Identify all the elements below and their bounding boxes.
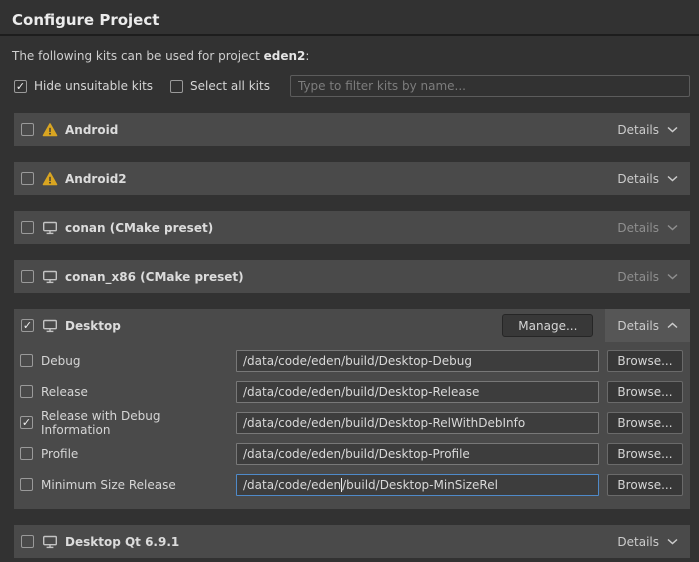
details-label: Details (617, 319, 659, 333)
build-config-checkbox[interactable] (20, 447, 33, 460)
details-button[interactable]: Details (617, 525, 678, 558)
kit-checkbox[interactable] (21, 535, 34, 548)
browse-button[interactable]: Browse... (607, 474, 683, 496)
build-config-label: Release with Debug Information (41, 409, 228, 437)
kit-row-conan: conan (CMake preset) Details (14, 211, 690, 244)
build-config-panel: Debug /data/code/eden/build/Desktop-Debu… (14, 342, 690, 509)
chevron-down-icon (667, 224, 678, 231)
text-cursor (341, 478, 342, 492)
hide-unsuitable-kits-checkbox[interactable] (14, 80, 27, 93)
chevron-down-icon (667, 175, 678, 182)
chevron-down-icon (667, 538, 678, 545)
build-dir-input[interactable]: /data/code/eden/build/Desktop-Release (236, 381, 599, 403)
filter-controls: Hide unsuitable kits Select all kits (14, 75, 690, 97)
kit-name: Android2 (65, 172, 127, 186)
desktop-icon (42, 220, 58, 236)
desktop-icon (42, 318, 58, 334)
kit-name: conan (CMake preset) (65, 221, 213, 235)
select-all-kits-label: Select all kits (190, 79, 270, 93)
kit-name: Android (65, 123, 118, 137)
select-all-kits-checkbox[interactable] (170, 80, 183, 93)
chevron-up-icon (667, 322, 678, 329)
kit-checkbox[interactable] (21, 123, 34, 136)
desktop-icon (42, 534, 58, 550)
hide-unsuitable-kits-checkbox-group[interactable]: Hide unsuitable kits (14, 79, 153, 93)
kit-checkbox[interactable] (21, 172, 34, 185)
select-all-kits-checkbox-group[interactable]: Select all kits (170, 79, 270, 93)
kits-info-text: The following kits can be used for proje… (12, 49, 687, 63)
kit-filter-input[interactable] (290, 75, 690, 97)
details-button: Details (617, 260, 678, 293)
details-label: Details (617, 270, 659, 284)
project-name: eden2 (264, 49, 306, 63)
details-label: Details (617, 123, 659, 137)
build-config-label: Debug (41, 354, 228, 368)
kit-checkbox[interactable] (21, 270, 34, 283)
kit-row-android: Android Details (14, 113, 690, 146)
build-config-row: Release /data/code/eden/build/Desktop-Re… (14, 376, 690, 407)
kit-name: Desktop Qt 6.9.1 (65, 535, 179, 549)
kit-checkbox[interactable] (21, 221, 34, 234)
browse-button[interactable]: Browse... (607, 412, 683, 434)
build-config-checkbox[interactable] (20, 354, 33, 367)
page-title: Configure Project (0, 0, 699, 34)
warning-icon (42, 122, 58, 138)
desktop-icon (42, 269, 58, 285)
kit-row-conan-x86: conan_x86 (CMake preset) Details (14, 260, 690, 293)
details-button: Details (617, 211, 678, 244)
chevron-down-icon (667, 273, 678, 280)
details-label: Details (617, 221, 659, 235)
build-config-row: Release with Debug Information /data/cod… (14, 407, 690, 438)
build-config-checkbox[interactable] (20, 478, 33, 491)
warning-icon (42, 171, 58, 187)
details-label: Details (617, 172, 659, 186)
build-config-label: Profile (41, 447, 228, 461)
kit-name: conan_x86 (CMake preset) (65, 270, 244, 284)
build-config-row: Minimum Size Release /data/code/eden/bui… (14, 469, 690, 500)
build-config-label: Release (41, 385, 228, 399)
details-button[interactable]: Details (617, 162, 678, 195)
build-config-row: Debug /data/code/eden/build/Desktop-Debu… (14, 345, 690, 376)
build-dir-input[interactable]: /data/code/eden/build/Desktop-Debug (236, 350, 599, 372)
kit-row-desktop: Desktop Manage... Details Debug /data/co… (14, 309, 690, 509)
details-label: Details (617, 535, 659, 549)
build-dir-input[interactable]: /data/code/eden/build/Desktop-MinSizeRel (236, 474, 599, 496)
kit-row-android2: Android2 Details (14, 162, 690, 195)
build-config-label: Minimum Size Release (41, 478, 228, 492)
browse-button[interactable]: Browse... (607, 443, 683, 465)
browse-button[interactable]: Browse... (607, 350, 683, 372)
build-dir-input[interactable]: /data/code/eden/build/Desktop-Profile (236, 443, 599, 465)
kit-checkbox[interactable] (21, 319, 34, 332)
title-divider (0, 34, 699, 36)
build-dir-input[interactable]: /data/code/eden/build/Desktop-RelWithDeb… (236, 412, 599, 434)
browse-button[interactable]: Browse... (607, 381, 683, 403)
kit-row-desktop-qt: Desktop Qt 6.9.1 Details (14, 525, 690, 558)
manage-button[interactable]: Manage... (502, 314, 593, 337)
chevron-down-icon (667, 126, 678, 133)
build-config-checkbox[interactable] (20, 385, 33, 398)
build-config-row: Profile /data/code/eden/build/Desktop-Pr… (14, 438, 690, 469)
build-config-checkbox[interactable] (20, 416, 33, 429)
details-button[interactable]: Details (617, 113, 678, 146)
hide-unsuitable-kits-label: Hide unsuitable kits (34, 79, 153, 93)
kit-name: Desktop (65, 319, 121, 333)
details-button[interactable]: Details (605, 309, 690, 342)
